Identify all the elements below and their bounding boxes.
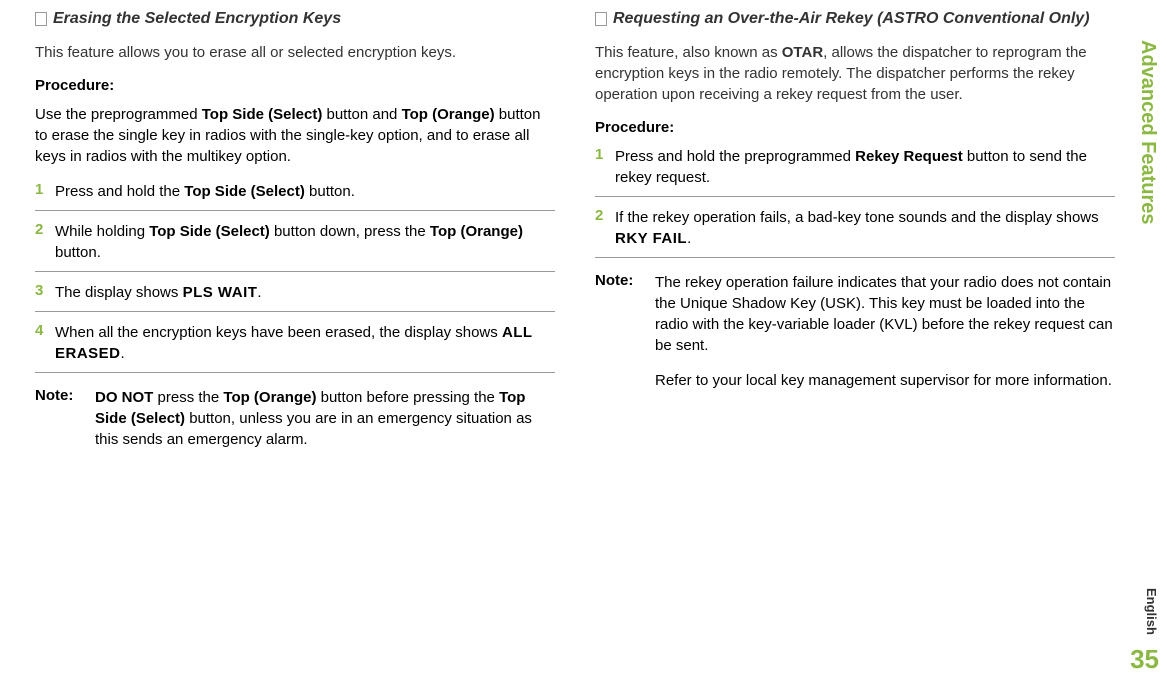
note-label: Note: [35, 387, 95, 450]
page-container: Erasing the Selected Encryption Keys Thi… [35, 10, 1122, 450]
right-section-title: Requesting an Over-the-Air Rekey (ASTRO … [595, 10, 1115, 28]
text-bold: DO NOT [95, 389, 153, 406]
left-title-text: Erasing the Selected Encryption Keys [53, 10, 341, 28]
text: While holding [55, 223, 149, 240]
step-text: Press and hold the Top Side (Select) but… [55, 181, 555, 202]
left-intro: This feature allows you to erase all or … [35, 42, 555, 63]
text: If the rekey operation fails, a bad-key … [615, 209, 1099, 226]
text-bold: Top (Orange) [223, 389, 316, 406]
page-number: 35 [1130, 644, 1159, 675]
note-text: DO NOT press the Top (Orange) button bef… [95, 387, 555, 450]
step-number: 1 [35, 181, 55, 198]
text: . [687, 230, 691, 247]
text-bold: OTAR [782, 44, 823, 61]
step-2: 2 If the rekey operation fails, a bad-ke… [595, 207, 1115, 258]
right-column: Requesting an Over-the-Air Rekey (ASTRO … [595, 10, 1115, 450]
left-column: Erasing the Selected Encryption Keys Thi… [35, 10, 555, 450]
display-text: PLS WAIT [183, 284, 258, 301]
step-text: Press and hold the preprogrammed Rekey R… [615, 146, 1115, 188]
text: . [257, 284, 261, 301]
english-label: English [1144, 588, 1159, 635]
text: Press and hold the preprogrammed [615, 148, 855, 165]
text: button. [55, 244, 101, 261]
right-intro: This feature, also known as OTAR, allows… [595, 42, 1115, 105]
left-note: Note: DO NOT press the Top (Orange) butt… [35, 387, 555, 450]
bookmark-icon [595, 12, 607, 26]
text-bold: Top (Orange) [402, 106, 495, 123]
text-bold: Rekey Request [855, 148, 963, 165]
text: button down, press the [270, 223, 430, 240]
right-note: Note: The rekey operation failure indica… [595, 272, 1115, 405]
text: This feature, also known as [595, 44, 782, 61]
step-number: 1 [595, 146, 615, 163]
text-bold: Top Side (Select) [184, 183, 305, 200]
right-procedure-label: Procedure: [595, 119, 1115, 136]
text: The display shows [55, 284, 183, 301]
display-text: RKY FAIL [615, 230, 687, 247]
left-section-title: Erasing the Selected Encryption Keys [35, 10, 555, 28]
text: button. [305, 183, 355, 200]
step-number: 2 [35, 221, 55, 238]
step-number: 3 [35, 282, 55, 299]
note-paragraph: Refer to your local key management super… [655, 370, 1115, 391]
step-text: While holding Top Side (Select) button d… [55, 221, 555, 263]
right-title-text: Requesting an Over-the-Air Rekey (ASTRO … [613, 10, 1090, 28]
text-bold: Top (Orange) [430, 223, 523, 240]
text: Press and hold the [55, 183, 184, 200]
text: button and [322, 106, 401, 123]
text: button before pressing the [316, 389, 499, 406]
text: . [121, 345, 125, 362]
note-text: The rekey operation failure indicates th… [655, 272, 1115, 405]
note-label: Note: [595, 272, 655, 405]
text-bold: Top Side (Select) [202, 106, 323, 123]
step-text: The display shows PLS WAIT. [55, 282, 555, 303]
note-paragraph: The rekey operation failure indicates th… [655, 272, 1115, 356]
bookmark-icon [35, 12, 47, 26]
step-text: If the rekey operation fails, a bad-key … [615, 207, 1115, 249]
step-3: 3 The display shows PLS WAIT. [35, 282, 555, 312]
step-1: 1 Press and hold the Top Side (Select) b… [35, 181, 555, 211]
step-number: 2 [595, 207, 615, 224]
step-4: 4 When all the encryption keys have been… [35, 322, 555, 373]
step-text: When all the encryption keys have been e… [55, 322, 555, 364]
step-1: 1 Press and hold the preprogrammed Rekey… [595, 146, 1115, 197]
step-number: 4 [35, 322, 55, 339]
side-label: Advanced Features [1136, 40, 1159, 225]
left-procedure-intro: Use the preprogrammed Top Side (Select) … [35, 104, 555, 167]
step-2: 2 While holding Top Side (Select) button… [35, 221, 555, 272]
text: press the [153, 389, 223, 406]
left-procedure-label: Procedure: [35, 77, 555, 94]
text: Use the preprogrammed [35, 106, 202, 123]
text-bold: Top Side (Select) [149, 223, 270, 240]
text: When all the encryption keys have been e… [55, 324, 502, 341]
